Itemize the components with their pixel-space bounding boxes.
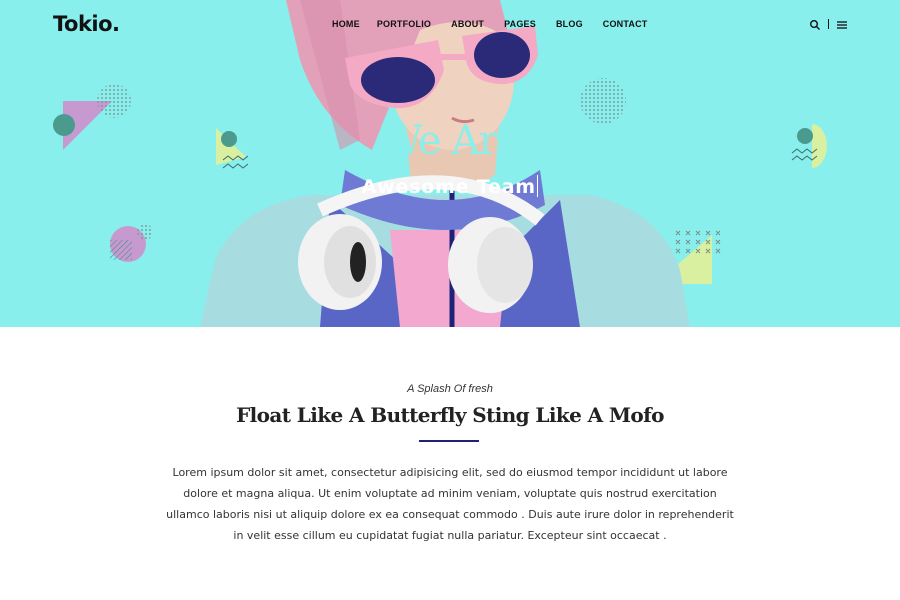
section-eyebrow: A Splash Of fresh [407, 383, 493, 395]
section-headline: Float Like A Butterfly Sting Like A Mofo [236, 403, 664, 427]
divider [828, 19, 829, 29]
nav-item-about[interactable]: ABOUT [451, 19, 484, 29]
intro-section: A Splash Of fresh Float Like A Butterfly… [0, 327, 900, 600]
hero-subtitle-text: Awesome Team [361, 176, 536, 198]
search-icon[interactable] [809, 18, 821, 30]
site-logo[interactable]: Tokio. [53, 12, 120, 36]
nav-item-contact[interactable]: CONTACT [603, 19, 648, 29]
hamburger-menu-icon[interactable] [836, 18, 848, 30]
nav-item-home[interactable]: HOME [332, 19, 360, 29]
typing-caret [536, 175, 539, 197]
header-tools [809, 18, 848, 30]
nav-item-portfolio[interactable]: PORTFOLIO [377, 19, 431, 29]
nav-item-blog[interactable]: BLOG [556, 19, 583, 29]
hero-title: We Are [381, 118, 520, 164]
headline-underline [419, 440, 479, 442]
hero-banner: Tokio. HOME PORTFOLIO ABOUT PAGES BLOG C… [0, 0, 900, 327]
hero-subtitle: Awesome Team [0, 175, 900, 198]
section-paragraph: Lorem ipsum dolor sit amet, consectetur … [166, 466, 734, 542]
main-nav: HOME PORTFOLIO ABOUT PAGES BLOG CONTACT [332, 19, 648, 29]
nav-item-pages[interactable]: PAGES [504, 19, 536, 29]
